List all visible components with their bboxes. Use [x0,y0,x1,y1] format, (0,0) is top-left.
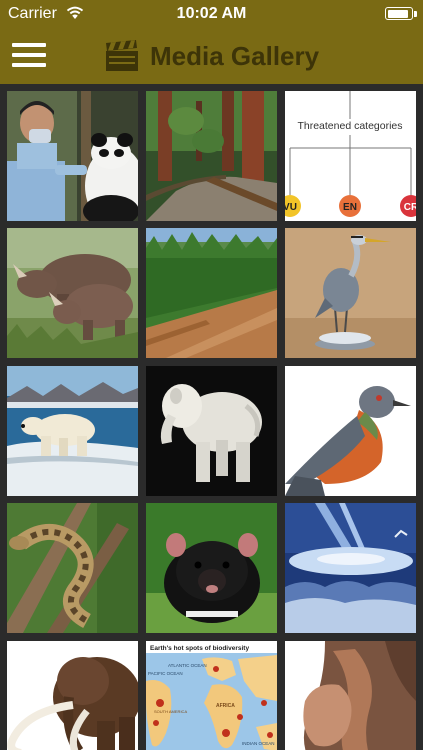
battery-level-fill [387,9,409,18]
panda-doctor-image [7,91,138,221]
tasmanian-devil-image [146,503,277,633]
fossil-wood-image [285,641,416,750]
ivory-elephant-image [146,366,277,496]
category-label-en: EN [343,202,357,213]
passenger-pigeon-image [285,366,416,496]
asteroid-impact-image [285,503,416,633]
gallery-item-threatened-categories[interactable]: Threatened categories VU EN CR [285,91,416,221]
map-label-indian: INDIAN OCEAN [242,741,275,746]
gallery-item-woolly-mammoth[interactable] [7,641,138,750]
map-label-atlantic: ATLANTIC OCEAN [168,663,207,668]
gallery-item-asteroid-impact[interactable] [285,503,416,633]
biodiversity-hotspots-map: Earth's hot spots of biodiversity ATLANT… [146,641,277,750]
woolly-mammoth-image [7,641,138,750]
clock-time: 10:02 AM [176,5,247,22]
gallery-item-fossil-wood[interactable] [285,641,416,750]
gallery-item-grey-heron[interactable] [285,228,416,358]
page-title: Media Gallery [150,41,320,71]
map-label-africa: AFRICA [216,703,235,709]
polar-bear-image [7,366,138,496]
gallery-item-biodiversity-hotspots-map[interactable]: Earth's hot spots of biodiversity ATLANT… [146,641,277,750]
status-bar: Carrier 10:02 AM [0,0,423,28]
battery-tip [414,11,417,17]
map-title: Earth's hot spots of biodiversity [150,645,249,652]
grey-heron-image [285,228,416,358]
deforestation-image [146,228,277,358]
gallery-item-python[interactable] [7,503,138,633]
map-label-pacific: PACIFIC OCEAN [148,671,183,676]
gallery-item-panda-doctor[interactable] [7,91,138,221]
threatened-categories-diagram: Threatened categories VU EN CR [285,91,416,221]
python-image [7,503,138,633]
navigation-bar: Media Gallery [0,28,423,84]
gallery-item-rhinoceroses[interactable] [7,228,138,358]
clapperboard-icon [106,40,138,71]
hamburger-menu-icon[interactable] [12,41,46,69]
category-label-cr: CR [404,202,416,213]
rhinoceros-image [7,228,138,358]
gallery-item-polar-bear[interactable] [7,366,138,496]
gallery-item-ivory-elephant[interactable] [146,366,277,496]
redwood-forest-image [146,91,277,221]
gallery-item-passenger-pigeon[interactable] [285,366,416,496]
diagram-title: Threatened categories [297,120,402,132]
gallery-item-redwood-forest-path[interactable] [146,91,277,221]
map-label-south-america: SOUTH AMERICA [154,709,187,714]
battery-icon [385,7,413,20]
category-label-vu: VU [285,202,297,213]
gallery-item-deforested-hillside[interactable] [146,228,277,358]
gallery-item-tasmanian-devil[interactable] [146,503,277,633]
media-gallery-grid: Threatened categories VU EN CR Earth's h… [0,84,423,750]
